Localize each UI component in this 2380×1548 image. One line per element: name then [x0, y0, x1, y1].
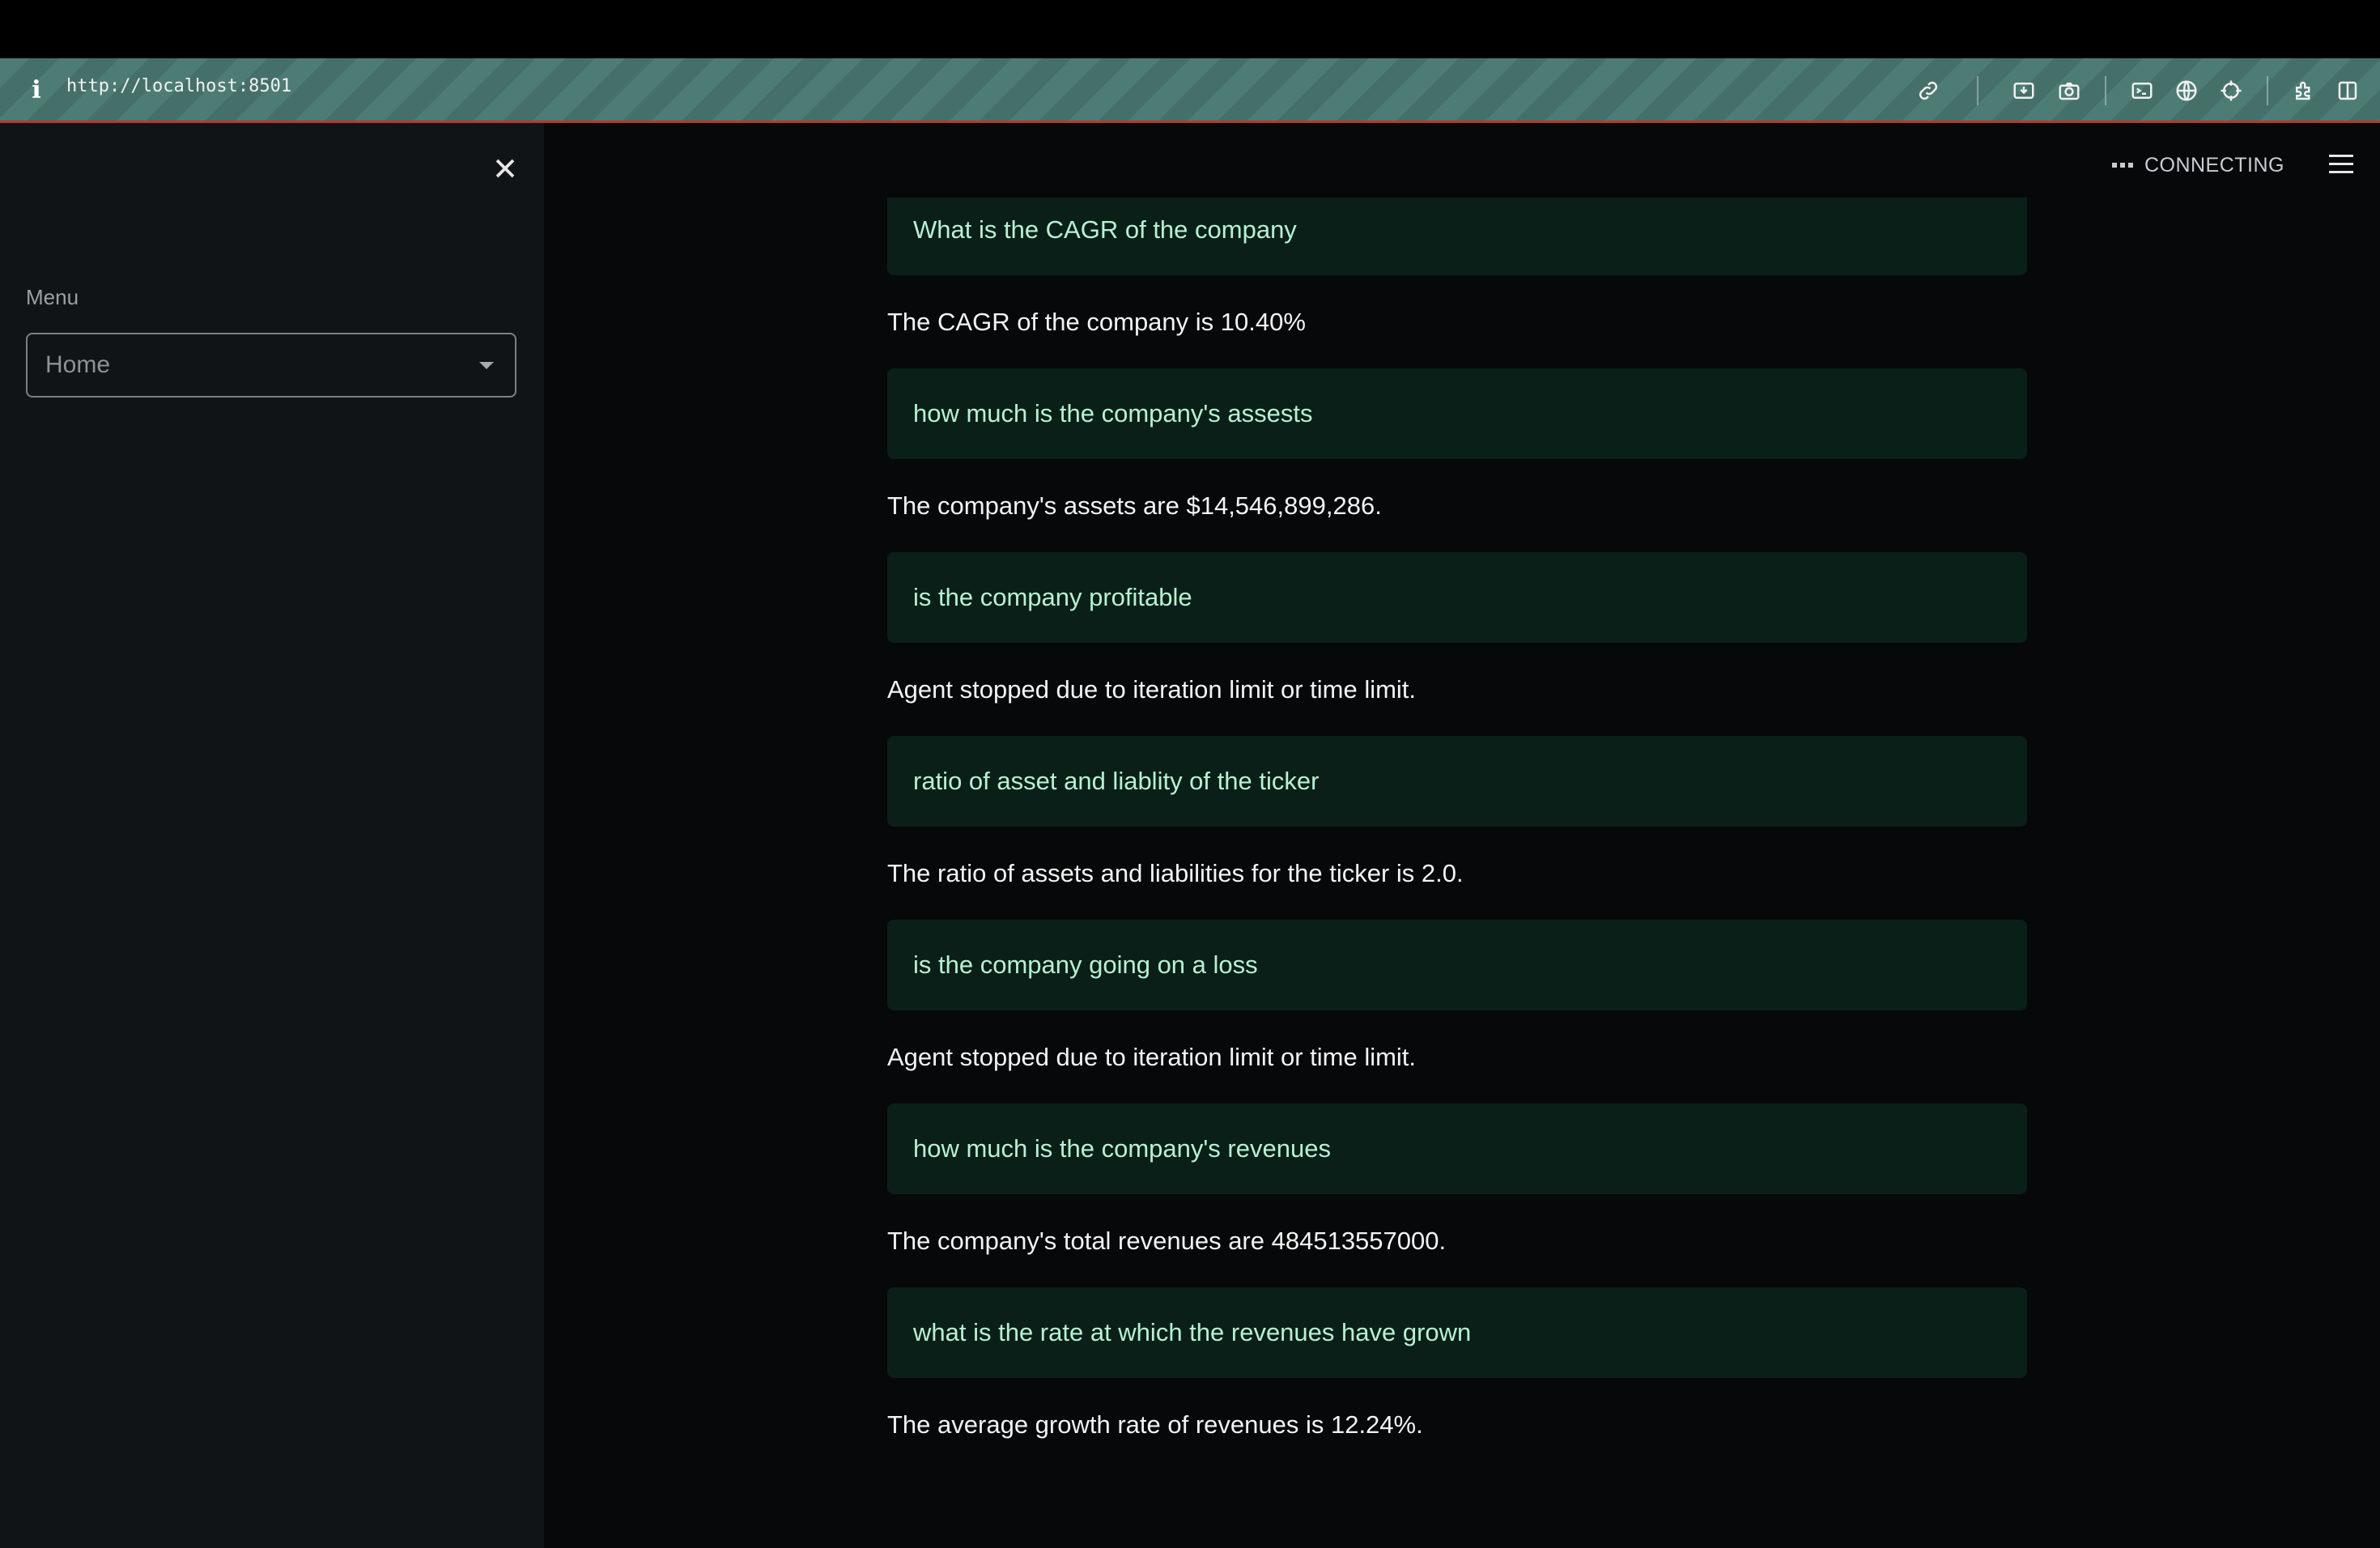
assistant-message: Agent stopped due to iteration limit or … — [887, 1043, 1417, 1071]
url-bar[interactable]: http://localhost:8501 — [66, 76, 291, 105]
main-menu-button[interactable] — [2327, 152, 2356, 176]
user-message: how much is the company's revenues — [887, 1104, 2027, 1194]
close-icon — [495, 159, 515, 178]
menu-label: Menu — [26, 285, 79, 309]
terminal-icon[interactable] — [2126, 76, 2158, 105]
os-top-bar — [0, 0, 2380, 58]
sidebar: Menu Home — [0, 123, 544, 1548]
assistant-message: The CAGR of the company is 10.40% — [887, 308, 1306, 336]
assistant-message: The ratio of assets and liabilities for … — [887, 859, 1464, 887]
browser-toolbar: i http://localhost:8501 — [0, 58, 2380, 123]
user-message: What is the CAGR of the company — [887, 198, 2027, 275]
status-text: CONNECTING — [2144, 153, 2284, 176]
menu-select-value: Home — [45, 351, 111, 378]
user-message: is the company going on a loss — [887, 920, 2027, 1010]
chevron-down-icon — [479, 362, 494, 369]
user-message: is the company profitable — [887, 552, 2027, 643]
assistant-message: The company's total revenues are 4845135… — [887, 1227, 1447, 1255]
menu-select[interactable]: Home — [26, 333, 516, 398]
globe-icon[interactable] — [2170, 76, 2203, 105]
main-content: CONNECTING What is the CAGR of the compa… — [544, 123, 2380, 1548]
info-icon[interactable]: i — [24, 74, 49, 107]
download-icon[interactable] — [2008, 76, 2040, 105]
close-sidebar-button[interactable] — [486, 149, 525, 188]
status-dots-icon — [2111, 163, 2133, 168]
assistant-message: The company's assets are $14,546,899,286… — [887, 491, 1382, 520]
connection-status: CONNECTING — [2111, 151, 2284, 180]
split-view-icon[interactable] — [2331, 76, 2364, 105]
user-message: what is the rate at which the revenues h… — [887, 1287, 2027, 1378]
assistant-message: Agent stopped due to iteration limit or … — [887, 675, 1417, 704]
toolbar-divider — [1977, 76, 1978, 105]
crosshair-icon[interactable] — [2215, 76, 2247, 105]
camera-icon[interactable] — [2053, 76, 2085, 105]
extensions-icon[interactable] — [2288, 76, 2320, 105]
user-message: how much is the company's assests — [887, 368, 2027, 459]
chat-history: What is the CAGR of the company The CAGR… — [887, 198, 2027, 1471]
toolbar-divider — [2267, 76, 2268, 105]
assistant-message: The average growth rate of revenues is 1… — [887, 1410, 1423, 1439]
toolbar-divider — [2105, 76, 2106, 105]
user-message: ratio of asset and liablity of the ticke… — [887, 736, 2027, 827]
link-icon[interactable] — [1912, 76, 1944, 105]
